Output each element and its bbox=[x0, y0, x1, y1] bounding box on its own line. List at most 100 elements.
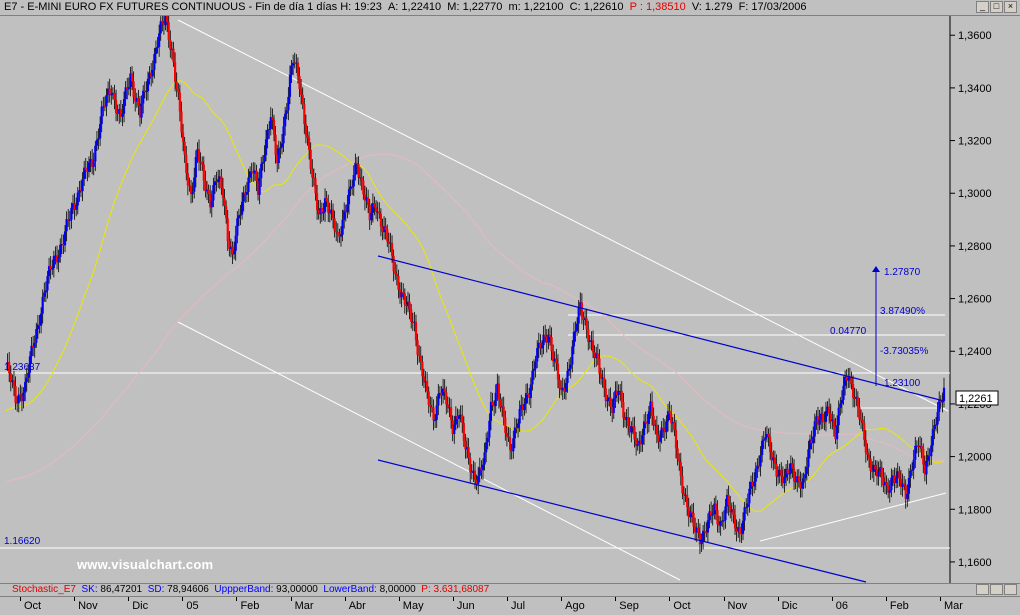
annotation-bottom-level: 1.16620 bbox=[4, 536, 41, 547]
x-tick bbox=[777, 597, 779, 601]
candle-body bbox=[84, 167, 87, 171]
candle-body bbox=[462, 422, 465, 441]
candle-body bbox=[670, 413, 673, 424]
candle-body bbox=[836, 425, 839, 440]
candle-body bbox=[137, 98, 140, 107]
candle-body bbox=[812, 436, 815, 444]
stoch-restore-button[interactable] bbox=[976, 584, 989, 595]
candle-body bbox=[767, 433, 770, 437]
candle-body bbox=[178, 92, 181, 112]
candle-body bbox=[221, 187, 225, 198]
candle-body bbox=[866, 452, 869, 455]
candle-body bbox=[379, 213, 382, 227]
candle-body bbox=[575, 323, 579, 331]
candle-body bbox=[936, 412, 939, 425]
minimize-button[interactable]: _ bbox=[976, 1, 989, 13]
x-tick bbox=[939, 597, 941, 601]
candle-body bbox=[488, 420, 491, 438]
x-tick bbox=[615, 597, 617, 601]
candle-body bbox=[880, 467, 883, 478]
candle-body bbox=[807, 449, 810, 468]
candle-body bbox=[250, 171, 253, 173]
candle-body bbox=[534, 361, 537, 369]
annotation-pct-down: -3.73035% bbox=[880, 346, 928, 357]
candle-body bbox=[309, 149, 312, 170]
candle-body bbox=[35, 328, 38, 343]
candle-body bbox=[410, 309, 413, 322]
candle-body bbox=[754, 468, 757, 482]
candle-body bbox=[346, 204, 349, 213]
candle-body bbox=[469, 458, 472, 473]
candle-body bbox=[574, 330, 577, 332]
candle-body bbox=[662, 427, 665, 429]
candle-body bbox=[741, 520, 745, 534]
stoch-maximize-button[interactable] bbox=[990, 584, 1003, 595]
candle-body bbox=[636, 444, 639, 446]
candle-body bbox=[548, 334, 552, 338]
candle-body bbox=[185, 154, 188, 174]
candle-body bbox=[658, 437, 662, 442]
title-low-label: m: bbox=[508, 1, 521, 13]
candle-body bbox=[223, 197, 226, 206]
x-tick-label: Mar bbox=[943, 600, 963, 612]
candle-body bbox=[183, 141, 186, 155]
candle-body bbox=[63, 231, 67, 246]
title-text: E7 - E-MINI EURO FX FUTURES CONTINUOUS -… bbox=[4, 1, 807, 13]
candle-body bbox=[813, 421, 816, 437]
candle-body bbox=[315, 193, 319, 211]
title-name: E-MINI EURO FX FUTURES CONTINUOUS bbox=[27, 1, 246, 13]
candle-body bbox=[416, 340, 419, 355]
y-tick-label: 1,3000 bbox=[958, 188, 992, 200]
title-low: 1,22100 bbox=[523, 1, 564, 13]
candle-body bbox=[272, 119, 276, 135]
y-tick-label: 1,3600 bbox=[958, 30, 992, 42]
y-tick-label: 1,2600 bbox=[958, 294, 992, 306]
candle-body bbox=[402, 292, 405, 294]
candle-body bbox=[394, 271, 397, 274]
candle-body bbox=[25, 377, 28, 382]
close-button[interactable]: × bbox=[1004, 1, 1017, 13]
x-tick-label: Feb bbox=[889, 600, 909, 612]
candle-body bbox=[266, 129, 269, 140]
candle-body bbox=[75, 205, 78, 210]
candle-body bbox=[384, 226, 387, 230]
candle-body bbox=[414, 321, 418, 341]
candle-body bbox=[373, 203, 376, 208]
price-chart[interactable]: 1.27870 3.87490% 0.04770 -3.73035% 1.231… bbox=[0, 16, 1020, 583]
annotation-price-low: 1.23100 bbox=[884, 378, 921, 389]
candle-body bbox=[166, 16, 169, 23]
candle-body bbox=[325, 198, 328, 202]
candle-body bbox=[288, 74, 292, 97]
candle-body bbox=[856, 396, 859, 408]
candle-body bbox=[296, 62, 300, 76]
candle-body bbox=[746, 503, 749, 508]
candle-body bbox=[869, 458, 872, 472]
candle-body bbox=[722, 520, 725, 522]
candle-body bbox=[700, 541, 703, 545]
candle-body bbox=[33, 342, 36, 348]
x-tick bbox=[723, 597, 725, 601]
candle-body bbox=[738, 526, 741, 534]
candle-body bbox=[97, 138, 100, 140]
candle-body bbox=[360, 177, 363, 181]
candle-body bbox=[540, 345, 544, 349]
restore-button[interactable]: □ bbox=[990, 1, 1003, 13]
x-tick-label: Mar bbox=[294, 600, 314, 612]
candle-body bbox=[453, 424, 456, 434]
candle-body bbox=[678, 458, 681, 462]
candle-body bbox=[51, 267, 54, 270]
candle-body bbox=[167, 22, 170, 41]
candle-body bbox=[457, 415, 461, 420]
candle-body bbox=[445, 392, 448, 405]
stoch-upper-label: UppperBand: bbox=[214, 584, 274, 595]
candle-body bbox=[504, 417, 507, 433]
candle-body bbox=[437, 393, 440, 406]
candle-body bbox=[499, 398, 502, 407]
candle-body bbox=[41, 296, 44, 314]
stoch-name: Stochastic_E7 bbox=[12, 584, 76, 595]
stoch-close-button[interactable] bbox=[1004, 584, 1017, 595]
candle-body bbox=[121, 113, 124, 117]
candle-body bbox=[676, 448, 679, 459]
candle-body bbox=[300, 88, 303, 95]
candle-body bbox=[367, 197, 370, 206]
